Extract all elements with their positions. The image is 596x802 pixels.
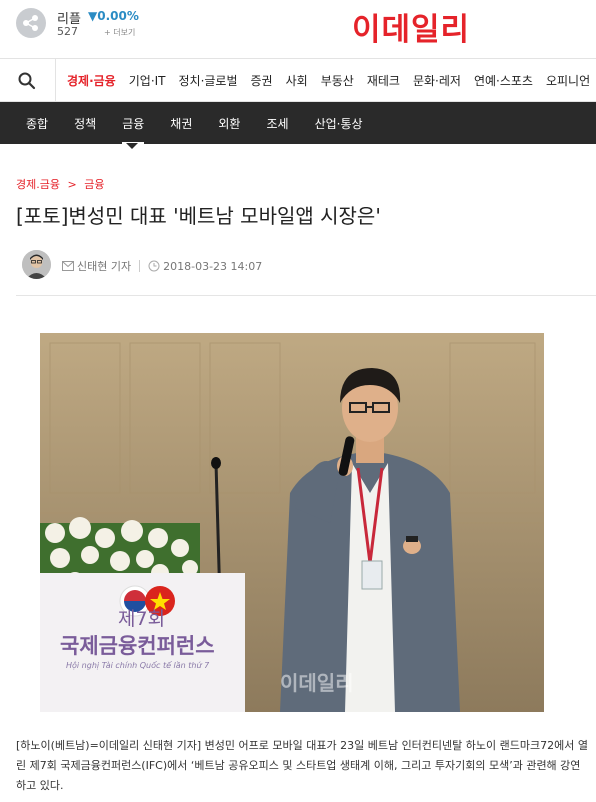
main-nav: 경제·금융 기업·IT 정치·글로벌 증권 사회 부동산 재테크 문화·레저 연예·스포츠 오피니…	[0, 58, 596, 102]
article-date: 2018-03-23 14:07	[163, 259, 263, 273]
main-nav-item[interactable]: 정치·글로벌	[179, 72, 238, 89]
sub-nav: 종합 정책 금융 채권 외환 조세 산업·통상	[0, 102, 596, 144]
main-nav-item[interactable]: 재테크	[367, 72, 400, 89]
breadcrumb-subsection[interactable]: 금융	[84, 178, 104, 191]
nav-divider	[55, 59, 56, 102]
main-nav-item[interactable]: 부동산	[321, 72, 354, 89]
byline: 신태현 기자 2018-03-23 14:07	[62, 258, 262, 274]
sub-nav-item[interactable]: 금융	[122, 115, 145, 144]
sub-nav-list: 종합 정책 금융 채권 외환 조세 산업·통상	[26, 102, 389, 144]
main-nav-item[interactable]: 오피니언	[546, 72, 590, 89]
sub-nav-item[interactable]: 산업·통상	[315, 115, 363, 132]
main-nav-item[interactable]: 증권	[251, 72, 273, 89]
ticker-price: 527	[57, 25, 78, 38]
article-photo[interactable]: 제7회 국제금융컨퍼런스 Hội nghị Tài chính Quốc tế …	[40, 333, 544, 712]
ticker-more-link[interactable]: + 더보기	[104, 27, 135, 38]
byline-divider-line	[16, 295, 596, 296]
site-logo[interactable]: 이데일리	[352, 4, 470, 49]
clock-icon	[148, 260, 160, 272]
ripple-logo-icon	[23, 15, 38, 31]
main-nav-list: 경제·금융 기업·IT 정치·글로벌 증권 사회 부동산 재테크 문화·레저 연예·스포츠 오피니…	[67, 59, 596, 102]
main-nav-item[interactable]: 경제·금융	[67, 72, 116, 89]
sub-nav-item[interactable]: 정책	[74, 115, 96, 132]
main-nav-item[interactable]: 문화·레저	[413, 72, 461, 89]
photo-watermark: 이데일리	[280, 671, 354, 695]
ripple-coin-icon[interactable]	[16, 8, 46, 38]
sub-nav-item[interactable]: 채권	[170, 115, 192, 132]
article-title: [포토]변성민 대표 '베트남 모바일앱 시장은'	[16, 204, 381, 228]
podium-event-name: 국제금융컨퍼런스	[60, 634, 215, 658]
main-nav-item[interactable]: 사회	[286, 72, 308, 89]
photo-caption: [하노이(베트남)=이데일리 신태현 기자] 변성민 어프로 모바일 대표가 2…	[16, 739, 588, 792]
main-nav-item[interactable]: 기업·IT	[129, 72, 166, 89]
podium-event-number: 제7회	[118, 608, 166, 630]
byline-divider	[139, 260, 141, 272]
podium-event-vietnamese: Hội nghị Tài chính Quốc tế lần thứ 7	[66, 661, 210, 670]
mail-icon[interactable]	[62, 261, 74, 271]
sub-nav-item[interactable]: 조세	[266, 115, 288, 132]
sub-nav-item[interactable]: 외환	[218, 115, 240, 132]
author-name[interactable]: 신태현 기자	[77, 258, 131, 274]
author-avatar	[22, 250, 51, 279]
main-nav-item[interactable]: 연예·스포츠	[474, 72, 533, 89]
breadcrumb-separator: >	[67, 178, 77, 191]
ticker-change: ▼0.00%	[88, 9, 139, 23]
breadcrumb: 경제.금융 > 금융	[16, 176, 108, 192]
top-bar: 리플 ▼0.00% 527 + 더보기 이데일리	[0, 0, 596, 58]
sub-nav-item[interactable]: 종합	[26, 115, 48, 132]
sub-nav-caret-icon	[126, 143, 138, 149]
breadcrumb-section[interactable]: 경제.금융	[16, 178, 60, 191]
search-icon[interactable]	[16, 70, 38, 92]
